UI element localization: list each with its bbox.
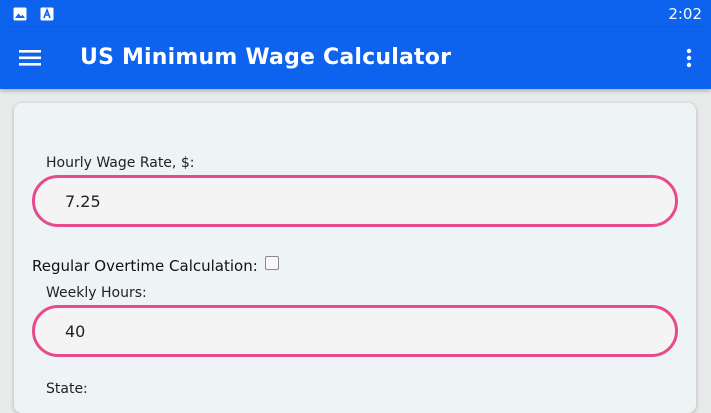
overtime-label: Regular Overtime Calculation: [32,257,258,275]
app-bar: US Minimum Wage Calculator [0,28,711,89]
weekly-hours-input[interactable] [32,305,678,357]
status-icons [13,7,54,21]
state-label: State: [46,381,88,397]
status-bar: 2:02 [0,0,711,28]
weekly-hours-label: Weekly Hours: [46,285,147,301]
overtime-checkbox[interactable] [264,256,279,270]
overtime-row: Regular Overtime Calculation: [32,256,279,275]
calculator-card: Hourly Wage Rate, $: Regular Overtime Ca… [14,103,696,413]
app-title: US Minimum Wage Calculator [80,45,452,70]
status-time: 2:02 [668,5,702,23]
hourly-wage-input[interactable] [32,175,678,227]
a-letter-icon [40,7,54,21]
overflow-menu-icon[interactable] [685,47,693,69]
hamburger-menu-icon[interactable] [19,47,43,69]
image-icon [13,7,27,21]
hourly-wage-label: Hourly Wage Rate, $: [46,155,195,171]
